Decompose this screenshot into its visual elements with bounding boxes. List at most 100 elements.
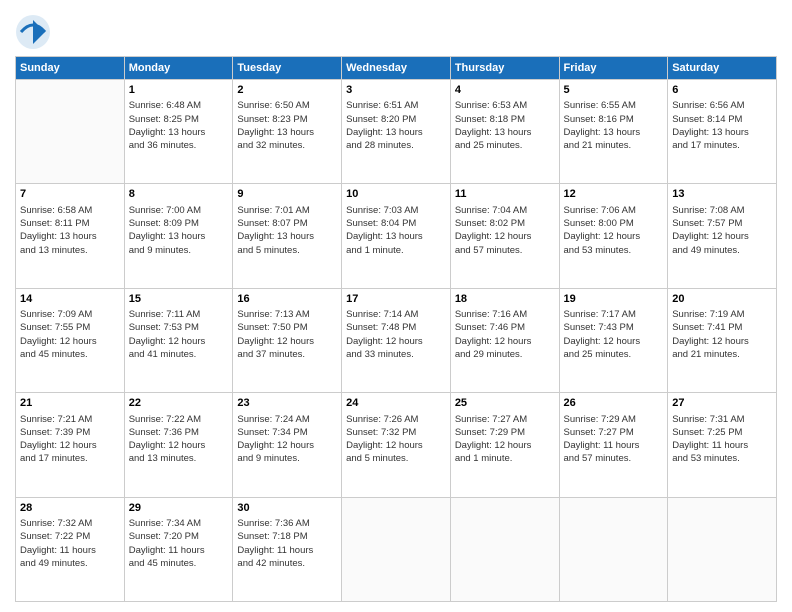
- day-info-line: and 13 minutes.: [20, 244, 120, 257]
- calendar-cell: 11Sunrise: 7:04 AMSunset: 8:02 PMDayligh…: [450, 184, 559, 288]
- day-info-line: Daylight: 12 hours: [20, 439, 120, 452]
- day-info-line: and 25 minutes.: [564, 348, 664, 361]
- day-info-line: Daylight: 13 hours: [672, 126, 772, 139]
- logo: [15, 14, 55, 50]
- day-info-line: Sunrise: 7:36 AM: [237, 517, 337, 530]
- day-info-line: Daylight: 13 hours: [20, 230, 120, 243]
- calendar-cell: 20Sunrise: 7:19 AMSunset: 7:41 PMDayligh…: [668, 288, 777, 392]
- day-number: 13: [672, 187, 772, 202]
- day-info-line: Sunset: 8:04 PM: [346, 217, 446, 230]
- day-number: 1: [129, 83, 229, 98]
- day-number: 12: [564, 187, 664, 202]
- day-number: 29: [129, 501, 229, 516]
- day-info-line: Sunset: 7:32 PM: [346, 426, 446, 439]
- day-header-thursday: Thursday: [450, 57, 559, 80]
- calendar-cell: 28Sunrise: 7:32 AMSunset: 7:22 PMDayligh…: [16, 497, 125, 601]
- day-number: 5: [564, 83, 664, 98]
- day-number: 6: [672, 83, 772, 98]
- day-info-line: Daylight: 12 hours: [672, 335, 772, 348]
- day-number: 27: [672, 396, 772, 411]
- day-info-line: and 49 minutes.: [20, 557, 120, 570]
- day-info-line: Daylight: 13 hours: [237, 230, 337, 243]
- day-number: 24: [346, 396, 446, 411]
- day-number: 9: [237, 187, 337, 202]
- day-number: 14: [20, 292, 120, 307]
- calendar-week-row: 14Sunrise: 7:09 AMSunset: 7:55 PMDayligh…: [16, 288, 777, 392]
- day-info-line: Daylight: 12 hours: [20, 335, 120, 348]
- day-info-line: Sunset: 8:09 PM: [129, 217, 229, 230]
- day-info-line: Daylight: 12 hours: [129, 335, 229, 348]
- day-info-line: Sunset: 7:29 PM: [455, 426, 555, 439]
- day-info-line: Daylight: 12 hours: [346, 335, 446, 348]
- calendar-cell: 3Sunrise: 6:51 AMSunset: 8:20 PMDaylight…: [342, 80, 451, 184]
- day-info-line: Sunrise: 7:01 AM: [237, 204, 337, 217]
- day-info-line: Sunrise: 7:19 AM: [672, 308, 772, 321]
- day-number: 26: [564, 396, 664, 411]
- day-info-line: Sunset: 7:36 PM: [129, 426, 229, 439]
- day-number: 11: [455, 187, 555, 202]
- day-info-line: Sunrise: 7:24 AM: [237, 413, 337, 426]
- day-info-line: Sunset: 7:55 PM: [20, 321, 120, 334]
- day-number: 25: [455, 396, 555, 411]
- calendar-cell: 8Sunrise: 7:00 AMSunset: 8:09 PMDaylight…: [124, 184, 233, 288]
- day-info-line: Sunset: 7:41 PM: [672, 321, 772, 334]
- calendar-cell: 23Sunrise: 7:24 AMSunset: 7:34 PMDayligh…: [233, 393, 342, 497]
- day-info-line: Sunset: 7:46 PM: [455, 321, 555, 334]
- day-info-line: Sunrise: 7:08 AM: [672, 204, 772, 217]
- day-info-line: Sunset: 7:48 PM: [346, 321, 446, 334]
- day-info-line: Daylight: 13 hours: [129, 126, 229, 139]
- day-info-line: Sunset: 8:16 PM: [564, 113, 664, 126]
- day-info-line: and 29 minutes.: [455, 348, 555, 361]
- calendar-cell: 4Sunrise: 6:53 AMSunset: 8:18 PMDaylight…: [450, 80, 559, 184]
- day-info-line: Sunrise: 7:04 AM: [455, 204, 555, 217]
- day-info-line: Sunset: 7:27 PM: [564, 426, 664, 439]
- calendar-table: SundayMondayTuesdayWednesdayThursdayFrid…: [15, 56, 777, 602]
- day-info-line: Daylight: 13 hours: [455, 126, 555, 139]
- calendar-week-row: 28Sunrise: 7:32 AMSunset: 7:22 PMDayligh…: [16, 497, 777, 601]
- day-info-line: Sunrise: 7:32 AM: [20, 517, 120, 530]
- day-info-line: and 28 minutes.: [346, 139, 446, 152]
- day-number: 21: [20, 396, 120, 411]
- day-info-line: and 49 minutes.: [672, 244, 772, 257]
- calendar-cell: 30Sunrise: 7:36 AMSunset: 7:18 PMDayligh…: [233, 497, 342, 601]
- day-info-line: Daylight: 12 hours: [237, 335, 337, 348]
- day-number: 22: [129, 396, 229, 411]
- day-number: 28: [20, 501, 120, 516]
- calendar-cell: 27Sunrise: 7:31 AMSunset: 7:25 PMDayligh…: [668, 393, 777, 497]
- day-info-line: Sunset: 8:00 PM: [564, 217, 664, 230]
- day-info-line: Sunset: 8:20 PM: [346, 113, 446, 126]
- calendar-cell: 12Sunrise: 7:06 AMSunset: 8:00 PMDayligh…: [559, 184, 668, 288]
- calendar-cell: 14Sunrise: 7:09 AMSunset: 7:55 PMDayligh…: [16, 288, 125, 392]
- day-info-line: Daylight: 11 hours: [672, 439, 772, 452]
- day-number: 16: [237, 292, 337, 307]
- day-header-saturday: Saturday: [668, 57, 777, 80]
- day-info-line: Daylight: 13 hours: [564, 126, 664, 139]
- day-number: 30: [237, 501, 337, 516]
- day-info-line: Sunrise: 7:26 AM: [346, 413, 446, 426]
- calendar-cell: 25Sunrise: 7:27 AMSunset: 7:29 PMDayligh…: [450, 393, 559, 497]
- calendar-cell: 26Sunrise: 7:29 AMSunset: 7:27 PMDayligh…: [559, 393, 668, 497]
- calendar-cell: 15Sunrise: 7:11 AMSunset: 7:53 PMDayligh…: [124, 288, 233, 392]
- calendar-cell: 2Sunrise: 6:50 AMSunset: 8:23 PMDaylight…: [233, 80, 342, 184]
- day-info-line: Sunset: 8:11 PM: [20, 217, 120, 230]
- day-info-line: Sunset: 8:14 PM: [672, 113, 772, 126]
- day-info-line: and 37 minutes.: [237, 348, 337, 361]
- day-number: 17: [346, 292, 446, 307]
- day-number: 19: [564, 292, 664, 307]
- day-info-line: Daylight: 12 hours: [564, 335, 664, 348]
- calendar-week-row: 1Sunrise: 6:48 AMSunset: 8:25 PMDaylight…: [16, 80, 777, 184]
- day-info-line: and 21 minutes.: [564, 139, 664, 152]
- day-info-line: Daylight: 12 hours: [455, 335, 555, 348]
- day-info-line: Sunset: 7:25 PM: [672, 426, 772, 439]
- day-info-line: Daylight: 11 hours: [237, 544, 337, 557]
- day-info-line: and 42 minutes.: [237, 557, 337, 570]
- day-info-line: Sunset: 7:39 PM: [20, 426, 120, 439]
- calendar-week-row: 21Sunrise: 7:21 AMSunset: 7:39 PMDayligh…: [16, 393, 777, 497]
- day-info-line: Sunset: 8:25 PM: [129, 113, 229, 126]
- day-info-line: Sunrise: 6:50 AM: [237, 99, 337, 112]
- day-info-line: and 57 minutes.: [564, 452, 664, 465]
- day-header-friday: Friday: [559, 57, 668, 80]
- day-info-line: and 1 minute.: [455, 452, 555, 465]
- day-info-line: and 53 minutes.: [564, 244, 664, 257]
- calendar-cell: 18Sunrise: 7:16 AMSunset: 7:46 PMDayligh…: [450, 288, 559, 392]
